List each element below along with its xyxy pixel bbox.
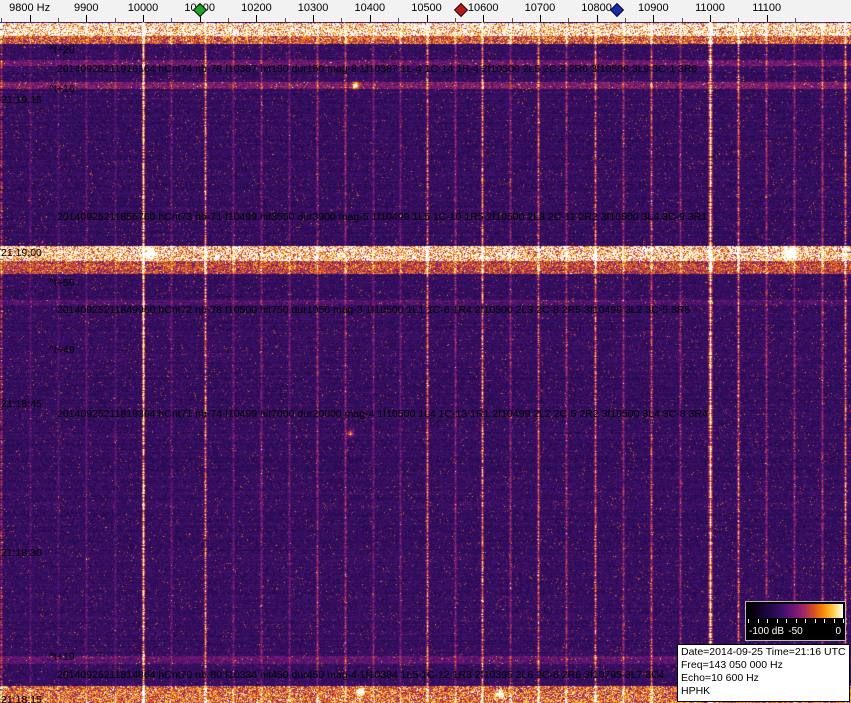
freq-major-tick-mark: [143, 15, 144, 22]
freq-major-tick-mark: [86, 15, 87, 22]
freq-axis-label: 11000: [695, 2, 725, 14]
freq-major-tick-mark: [30, 15, 31, 22]
freq-minor-tick-mark: [341, 18, 342, 22]
frequency-axis: 9800 Hz990010000101001020010300104001050…: [0, 0, 851, 22]
marker-diamond-red[interactable]: [453, 2, 469, 18]
freq-major-tick-mark: [256, 15, 257, 22]
freq-axis-label: 11100: [752, 2, 782, 14]
freq-major-tick-mark: [767, 15, 768, 22]
freq-minor-tick-mark: [398, 18, 399, 22]
freq-minor-tick-mark: [115, 18, 116, 22]
freq-axis-label: 10700: [524, 2, 556, 14]
freq-axis-label: 10300: [297, 2, 329, 14]
freq-minor-tick-mark: [58, 18, 59, 22]
freq-minor-tick-mark: [795, 18, 796, 22]
freq-minor-tick-mark: [512, 18, 513, 22]
freq-major-tick-mark: [313, 15, 314, 22]
freq-axis-label: 10200: [241, 2, 272, 14]
freq-major-tick-mark: [370, 15, 371, 22]
freq-minor-tick-mark: [1, 18, 2, 22]
freq-major-tick-mark: [597, 15, 598, 22]
freq-axis-label: 10900: [638, 2, 669, 14]
spectrogram-waterfall[interactable]: [0, 22, 851, 703]
freq-minor-tick-mark: [228, 18, 229, 22]
marker-diamond-blue[interactable]: [609, 2, 625, 18]
freq-major-tick-mark: [483, 15, 484, 22]
freq-minor-tick-mark: [738, 18, 739, 22]
freq-minor-tick-mark: [285, 18, 286, 22]
freq-major-tick-mark: [653, 15, 654, 22]
freq-axis-label: 10800: [581, 2, 612, 14]
freq-minor-tick-mark: [171, 18, 172, 22]
freq-axis-label: 9900: [74, 2, 99, 14]
freq-axis-label: 10600: [467, 2, 499, 14]
freq-axis-label: 10400: [354, 2, 386, 14]
freq-minor-tick-mark: [625, 18, 626, 22]
freq-major-tick-mark: [540, 15, 541, 22]
meteor-observation-app: 9800 Hz990010000101001020010300104001050…: [0, 0, 851, 703]
freq-minor-tick-mark: [682, 18, 683, 22]
freq-major-tick-mark: [710, 15, 711, 22]
freq-major-tick-mark: [427, 15, 428, 22]
freq-minor-tick-mark: [455, 18, 456, 22]
freq-axis-label: 10000: [127, 2, 159, 14]
freq-axis-label: 9800 Hz: [9, 2, 51, 14]
freq-minor-tick-mark: [568, 18, 569, 22]
freq-axis-label: 10500: [411, 2, 442, 14]
